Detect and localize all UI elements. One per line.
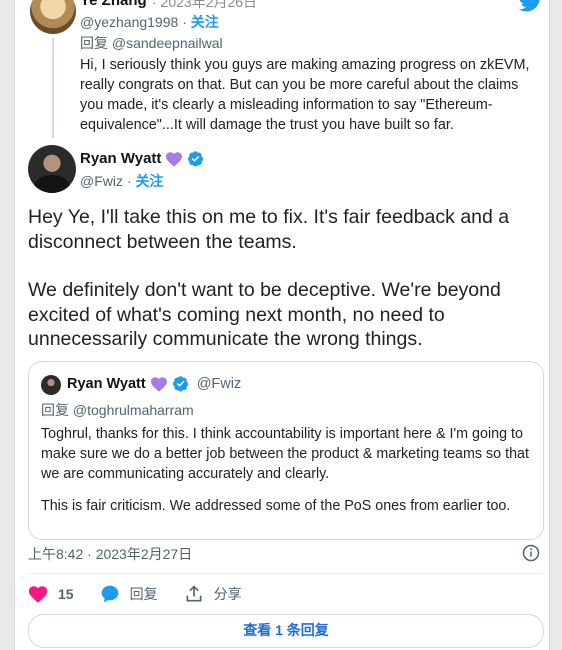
parent-tweet-date[interactable]: · 2023年2月26日 [152, 0, 257, 12]
verified-badge-icon [172, 376, 188, 392]
share-label: 分享 [213, 586, 242, 602]
parent-reply-to[interactable]: 回复 @sandeepnailwal [80, 33, 223, 53]
like-button[interactable]: 15 [28, 584, 74, 604]
parent-author-name[interactable]: Ye Zhang [80, 0, 147, 9]
verified-badge-icon [188, 151, 204, 167]
purple-heart-icon [150, 376, 167, 392]
divider [28, 573, 542, 574]
share-button[interactable]: 分享 [184, 584, 242, 604]
reply-button[interactable]: 回复 [100, 584, 158, 604]
quoted-tweet-text: Toghrul, thanks for this. I think accoun… [41, 424, 536, 528]
follow-button[interactable]: 关注 [135, 173, 163, 189]
tweet-paragraph: Hey Ye, I'll take this on me to fix. It'… [28, 206, 510, 253]
quoted-author-name: Ryan Wyatt [67, 375, 146, 392]
quoted-tweet[interactable]: Ryan Wyatt @Fwiz 回复 @toghrulmaharram Tog… [28, 361, 544, 540]
quoted-author-handle: @Fwiz [196, 375, 242, 392]
parent-tweet-text: Hi, I seriously think you guys are makin… [80, 57, 530, 133]
quoted-avatar [41, 375, 61, 395]
parent-follow-button[interactable]: 关注 [191, 14, 219, 30]
purple-heart-icon [166, 151, 183, 167]
author-name-row: Ryan Wyatt [80, 150, 204, 167]
action-bar: 15 回复 分享 [28, 583, 268, 605]
like-count: 15 [58, 586, 74, 602]
tweet-paragraph: We definitely don't want to be deceptive… [28, 279, 501, 350]
author-handle-row: @Fwiz · 关注 [80, 171, 163, 191]
reply-label: 回复 [129, 586, 158, 602]
reply-bubble-icon [101, 585, 118, 603]
parent-handle-row: @yezhang1998 · 关注 [80, 12, 219, 32]
quoted-reply-to: 回复 @toghrulmaharram [41, 402, 194, 418]
quoted-paragraph: Toghrul, thanks for this. I think accoun… [41, 426, 529, 482]
info-icon[interactable] [522, 544, 540, 562]
twitter-bird-icon[interactable] [518, 0, 544, 12]
share-icon [186, 585, 202, 602]
parent-handle[interactable]: @yezhang1998 [80, 14, 178, 30]
tweet-body: Hey Ye, I'll take this on me to fix. It'… [28, 205, 534, 376]
quoted-paragraph: This is fair criticism. We addressed som… [41, 498, 511, 514]
heart-icon [28, 586, 48, 603]
thread-line [52, 38, 54, 138]
author-handle[interactable]: @Fwiz [80, 173, 123, 189]
author-name[interactable]: Ryan Wyatt [80, 150, 161, 167]
separator-dot: · [182, 14, 191, 30]
view-more-replies-button[interactable]: 查看 1 条回复 [28, 614, 544, 648]
quoted-author-row: Ryan Wyatt @Fwiz [67, 375, 241, 392]
avatar-ryan-wyatt[interactable] [28, 145, 76, 193]
tweet-timestamp[interactable]: 上午8:42 · 2023年2月27日 [28, 544, 192, 564]
